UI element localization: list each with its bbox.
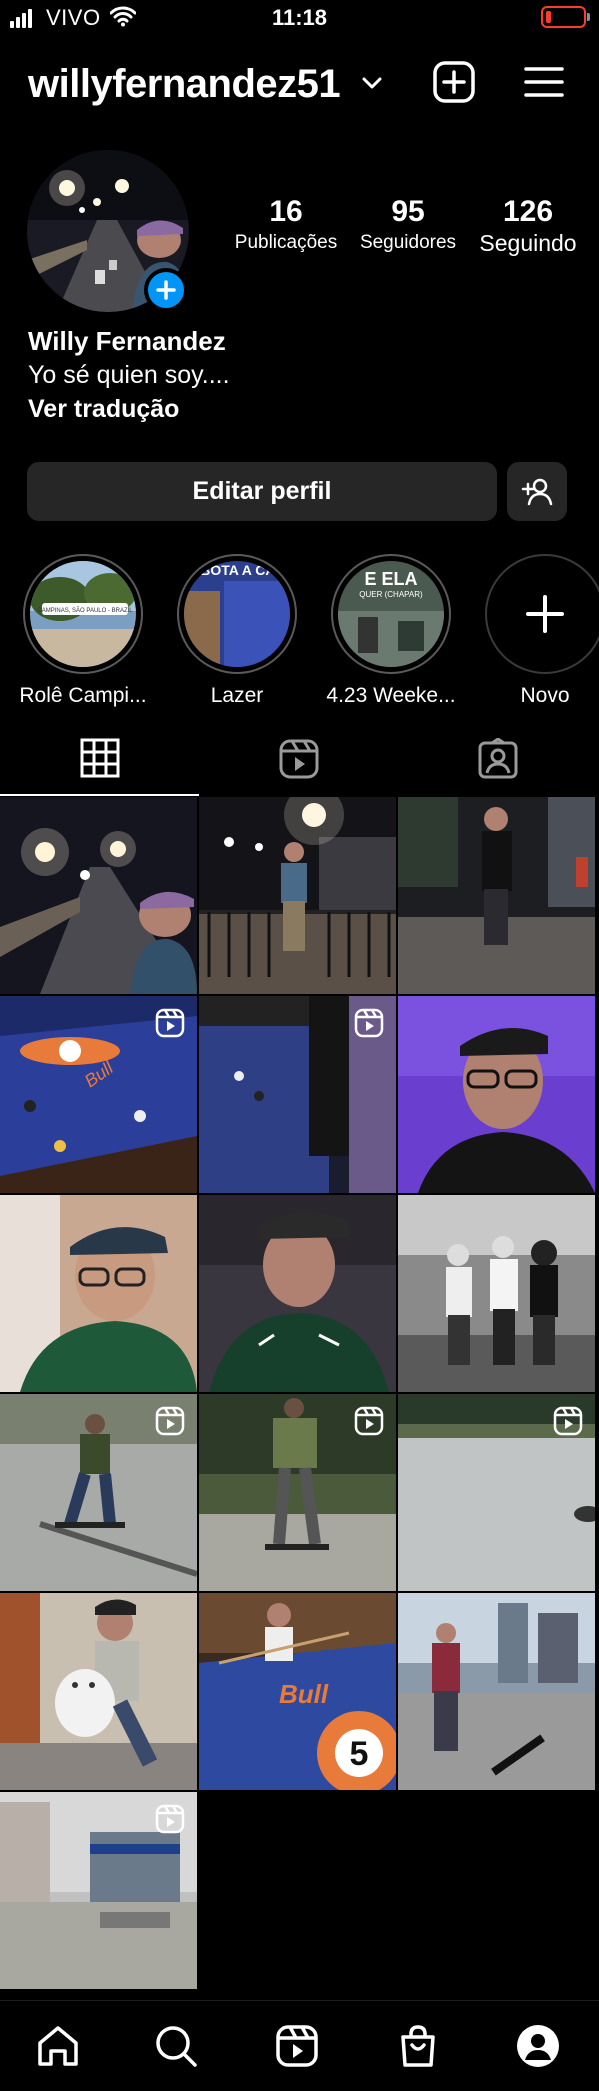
tab-tagged[interactable] — [398, 722, 597, 796]
highlight-ring: CAMPINAS, SÃO PAULO - BRAZIL — [23, 554, 143, 674]
post-thumbnail[interactable] — [0, 1593, 197, 1790]
post-thumbnail[interactable] — [199, 1394, 396, 1591]
translate-link[interactable]: Ver tradução — [28, 395, 179, 424]
post-thumbnail[interactable] — [398, 1394, 595, 1591]
profile-name: Willy Fernandez — [28, 326, 226, 356]
post-thumbnail[interactable] — [398, 797, 595, 994]
menu-button[interactable] — [520, 58, 568, 106]
new-highlight-button[interactable]: Novo — [465, 554, 599, 708]
posts-count[interactable]: 16 Publicações — [230, 194, 342, 256]
shopping-bag-icon — [401, 2025, 435, 2067]
profile-avatar[interactable] — [27, 150, 189, 312]
discover-people-button[interactable] — [507, 462, 567, 521]
reel-icon — [155, 1406, 185, 1436]
highlight-label: 4.23 Weeke... — [326, 684, 456, 707]
reel-icon — [155, 1008, 185, 1038]
post-thumbnail[interactable] — [199, 996, 396, 1193]
post-thumbnail[interactable]: Bull 5 — [199, 1593, 396, 1790]
followers-count-label: Seguidores — [359, 232, 457, 253]
highlight-label: Lazer — [210, 684, 264, 707]
nav-profile[interactable] — [513, 2021, 563, 2071]
create-post-button[interactable] — [430, 58, 478, 106]
new-highlight-circle — [485, 554, 599, 674]
nav-search[interactable] — [151, 2021, 201, 2071]
post-thumbnail[interactable] — [398, 1593, 595, 1790]
following-count[interactable]: 126 Seguindo — [470, 194, 586, 256]
highlight-lazer[interactable]: BOTA A CARA Lazer — [157, 554, 317, 708]
add-story-button[interactable] — [144, 268, 188, 312]
nav-home[interactable] — [33, 2021, 83, 2071]
reels-icon — [279, 739, 318, 779]
username-switcher[interactable]: willyfernandez51 — [28, 62, 341, 107]
table-logo-text: Bull — [279, 1679, 329, 1709]
highlight-weekend[interactable]: E ELA QUER (CHAPAR) 4.23 Weeke... — [311, 554, 471, 708]
post-thumbnail[interactable] — [0, 1792, 197, 1989]
highlight-title-text: BOTA A CARA — [200, 562, 290, 578]
highlight-subtitle-text: QUER (CHAPAR) — [359, 590, 423, 599]
profile-header: willyfernandez51 — [0, 54, 599, 114]
grid-icon — [80, 738, 119, 778]
status-bar: VIVO 11:18 — [0, 0, 599, 36]
battery-tip — [587, 13, 590, 21]
tab-posts[interactable] — [0, 722, 199, 796]
post-thumbnail[interactable] — [398, 996, 595, 1193]
add-person-icon — [521, 478, 553, 505]
highlight-rolê-campinas[interactable]: CAMPINAS, SÃO PAULO - BRAZIL Rolê Campi.… — [3, 554, 163, 708]
posts-count-label: Publicações — [234, 232, 338, 253]
post-thumbnail[interactable] — [199, 797, 396, 994]
nav-reels[interactable] — [272, 2021, 322, 2071]
highlight-title-text: E ELA — [364, 569, 417, 589]
highlight-sticker-text: CAMPINAS, SÃO PAULO - BRAZIL — [37, 607, 133, 614]
search-icon — [156, 2026, 197, 2067]
following-count-value: 126 — [502, 195, 554, 228]
tagged-icon — [478, 738, 517, 779]
plus-icon — [526, 595, 564, 633]
post-thumbnail[interactable] — [0, 1394, 197, 1591]
clock: 11:18 — [271, 5, 328, 30]
post-thumbnail[interactable]: Bull — [0, 996, 197, 1193]
reel-icon — [354, 1406, 384, 1436]
post-thumbnail[interactable] — [199, 1195, 396, 1392]
highlight-cover: BOTA A CARA — [184, 561, 290, 667]
highlight-ring: E ELA QUER (CHAPAR) — [331, 554, 451, 674]
reel-icon — [155, 1804, 185, 1834]
profile-icon — [517, 2025, 559, 2067]
edit-profile-button[interactable]: Editar perfil — [27, 462, 497, 521]
post-thumbnail[interactable] — [398, 1195, 595, 1392]
nav-shop[interactable] — [393, 2021, 443, 2071]
highlight-cover: CAMPINAS, SÃO PAULO - BRAZIL — [30, 561, 136, 667]
battery-icon — [541, 6, 586, 28]
chevron-down-icon[interactable] — [362, 76, 382, 95]
tab-reels[interactable] — [199, 722, 398, 796]
post-thumbnail[interactable] — [0, 1195, 197, 1392]
plus-square-icon — [433, 61, 475, 103]
highlight-ring: BOTA A CARA — [177, 554, 297, 674]
posts-count-value: 16 — [269, 195, 303, 228]
highlight-label: Novo — [520, 684, 570, 707]
reels-icon — [276, 2025, 318, 2067]
bottom-navigation — [0, 2000, 599, 2091]
highlight-cover: E ELA QUER (CHAPAR) — [338, 561, 444, 667]
hamburger-icon — [524, 67, 564, 97]
following-count-label: Seguindo — [479, 230, 577, 256]
profile-tabs — [0, 722, 599, 796]
highlight-label: Rolê Campi... — [19, 684, 147, 707]
reel-icon — [354, 1008, 384, 1038]
post-thumbnail[interactable] — [0, 797, 197, 994]
plus-icon — [156, 280, 176, 300]
profile-bio: Yo sé quien soy.... — [28, 361, 230, 389]
ball-number-text: 5 — [350, 1735, 369, 1773]
reel-icon — [553, 1406, 583, 1436]
home-icon — [38, 2026, 78, 2066]
followers-count-value: 95 — [391, 195, 425, 228]
followers-count[interactable]: 95 Seguidores — [350, 194, 466, 256]
